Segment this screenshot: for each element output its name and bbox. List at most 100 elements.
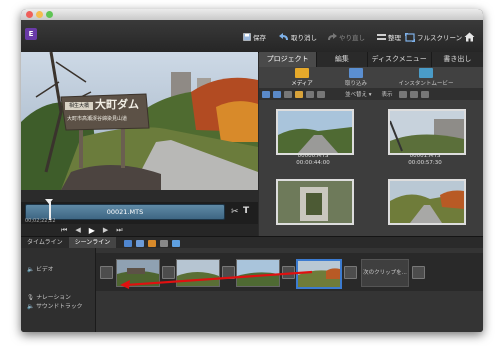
media-thumbnail bbox=[276, 109, 354, 155]
home-icon bbox=[464, 32, 475, 42]
media-thumbnail-image bbox=[390, 181, 464, 223]
organize-label: 整理 bbox=[388, 34, 401, 42]
save-icon bbox=[243, 33, 251, 41]
media-caption: 00001.MTS 00:00:57:30 bbox=[371, 153, 479, 166]
media-item[interactable]: 00001.MTS 00:00:57:30 bbox=[371, 100, 479, 168]
marker-icon[interactable] bbox=[172, 239, 181, 247]
sort-dropdown[interactable]: 並べ替え ▾ bbox=[345, 90, 372, 98]
subtab-instant-movie-label: インスタントムービー bbox=[398, 81, 454, 87]
clip-name: 00021.MTS bbox=[106, 208, 144, 216]
main-toolbar: E 保存 取り消し やり直し 整理 フルスクリーン bbox=[21, 20, 483, 53]
preview-monitor[interactable]: 相生大橋 大町ダム 大町市高瀬渓谷綿染見山道 bbox=[21, 52, 258, 190]
back-icon[interactable] bbox=[409, 90, 418, 98]
trash-icon[interactable] bbox=[317, 90, 325, 98]
app-logo-icon: E bbox=[25, 28, 37, 40]
organize-button[interactable]: 整理 bbox=[377, 31, 401, 43]
redo-label: やり直し bbox=[339, 34, 365, 42]
step-back-icon[interactable]: ◀ bbox=[75, 226, 80, 234]
sceneline-area: 🔈 ビデオ 🎙 ナレーション 🔈 サウンドトラック 次のクリップを... bbox=[21, 248, 483, 332]
speaker-icon: 🔈 bbox=[27, 267, 35, 273]
media-thumbnail-image bbox=[278, 181, 352, 223]
sign-sub-text: 大町市高瀬渓谷綿染見山道 bbox=[67, 116, 128, 122]
video-lane-text: ビデオ bbox=[36, 267, 54, 273]
scissors-icon[interactable]: ✂ bbox=[231, 207, 239, 217]
subtab-media[interactable]: メディア bbox=[277, 68, 327, 87]
subtab-media-label: メディア bbox=[291, 81, 313, 87]
media-caption: 00000.MTS 00:00:44:00 bbox=[259, 153, 367, 166]
redo-button[interactable]: やり直し bbox=[327, 31, 365, 43]
soundtrack-lane-text: サウンドトラック bbox=[36, 304, 83, 310]
soundtrack-lane-label: 🔈 サウンドトラック bbox=[27, 301, 82, 310]
media-item[interactable] bbox=[371, 170, 479, 238]
minimize-window-button[interactable] bbox=[36, 11, 43, 18]
media-duration: 00:00:44:00 bbox=[296, 159, 330, 166]
info-icon[interactable] bbox=[398, 90, 407, 98]
title-text-icon[interactable]: T bbox=[243, 206, 249, 216]
close-window-button[interactable] bbox=[26, 11, 33, 18]
narration-lane-label: 🎙 ナレーション bbox=[27, 292, 71, 301]
media-grid: 00000.MTS 00:00:44:00 00001.MTS 00:00:57:3… bbox=[259, 100, 483, 236]
media-thumbnail bbox=[388, 109, 466, 155]
new-folder-icon[interactable] bbox=[295, 90, 303, 98]
show-dropdown[interactable]: 表示 bbox=[382, 90, 393, 98]
media-thumbnail bbox=[276, 179, 354, 225]
video-lane-label: 🔈 ビデオ bbox=[27, 264, 53, 273]
zoom-window-button[interactable] bbox=[46, 11, 53, 18]
panel-tabs: プロジェクト 編集 ディスクメニュー 書き出し bbox=[259, 52, 483, 67]
tab-export[interactable]: 書き出し bbox=[432, 52, 483, 67]
play-icon[interactable]: ▶ bbox=[89, 226, 95, 235]
go-to-start-icon[interactable]: ⏮ bbox=[61, 226, 67, 235]
save-label: 保存 bbox=[253, 34, 266, 42]
list-view-icon[interactable] bbox=[273, 90, 281, 98]
media-item[interactable] bbox=[259, 170, 367, 238]
fullscreen-label: フルスクリーン bbox=[417, 34, 463, 42]
home-button[interactable] bbox=[464, 31, 475, 43]
save-button[interactable]: 保存 bbox=[243, 31, 266, 43]
media-item[interactable]: 00000.MTS 00:00:44:00 bbox=[259, 100, 367, 168]
next-clip-placeholder[interactable]: 次のクリップを... bbox=[361, 259, 409, 287]
transitions-icon[interactable] bbox=[148, 239, 157, 247]
subtab-import[interactable]: 取り込み bbox=[331, 68, 381, 87]
step-forward-icon[interactable]: ▶ bbox=[103, 226, 108, 234]
title-bar bbox=[21, 9, 483, 20]
undo-label: 取り消し bbox=[291, 34, 317, 42]
sub-tabs: メディア 取り込み インスタントムービー bbox=[259, 67, 483, 88]
effects-icon[interactable] bbox=[136, 239, 145, 247]
subtab-instant-movie[interactable]: インスタントムービー bbox=[391, 68, 461, 87]
subtab-import-label: 取り込み bbox=[344, 81, 367, 87]
track-labels: 🔈 ビデオ 🎙 ナレーション 🔈 サウンドトラック bbox=[21, 248, 96, 332]
media-duration: 00:00:57:30 bbox=[408, 159, 442, 166]
transition-slot[interactable] bbox=[412, 266, 425, 279]
tab-edit[interactable]: 編集 bbox=[317, 52, 368, 67]
go-to-end-icon[interactable]: ⏭ bbox=[116, 226, 122, 235]
forward-icon[interactable] bbox=[420, 90, 429, 98]
clip-trim-bar: 00021.MTS 00;02;22;22 ✂ T bbox=[21, 199, 258, 224]
organize-icon bbox=[377, 34, 386, 40]
media-thumbnail bbox=[388, 179, 466, 225]
project-panel: プロジェクト 編集 ディスクメニュー 書き出し メディア 取り込み インスタント… bbox=[259, 52, 483, 236]
speaker-icon: 🔈 bbox=[27, 304, 35, 310]
tab-project[interactable]: プロジェクト bbox=[259, 52, 318, 67]
app-window: E 保存 取り消し やり直し 整理 フルスクリーン 相生大橋 大町ダム 大町市高… bbox=[21, 9, 483, 332]
media-thumbnail-image bbox=[390, 111, 464, 153]
audio-mix-icon[interactable] bbox=[160, 239, 169, 247]
fullscreen-icon bbox=[405, 32, 415, 42]
sign-small-text: 相生大橋 bbox=[68, 103, 89, 109]
instant-movie-icon bbox=[419, 68, 433, 78]
folder-icon[interactable] bbox=[284, 90, 292, 98]
media-icon bbox=[295, 68, 309, 78]
redo-icon bbox=[328, 33, 337, 40]
fullscreen-button[interactable]: フルスクリーン bbox=[405, 31, 462, 43]
grid-view-icon[interactable] bbox=[262, 90, 270, 98]
media-thumbnail-image bbox=[278, 111, 352, 153]
sign-title-text: 大町ダム bbox=[95, 98, 139, 111]
smart-fix-icon[interactable] bbox=[124, 239, 133, 247]
annotation-arrow bbox=[120, 270, 313, 289]
undo-button[interactable]: 取り消し bbox=[279, 31, 317, 43]
undo-icon bbox=[279, 33, 288, 40]
document-icon[interactable] bbox=[306, 90, 314, 98]
tab-disc-menu[interactable]: ディスクメニュー bbox=[368, 52, 432, 67]
media-view-bar: 並べ替え ▾ 表示 bbox=[259, 88, 483, 100]
import-icon bbox=[349, 68, 363, 78]
transport-controls: ⏮ ◀ ▶ ▶ ⏭ bbox=[21, 224, 258, 236]
